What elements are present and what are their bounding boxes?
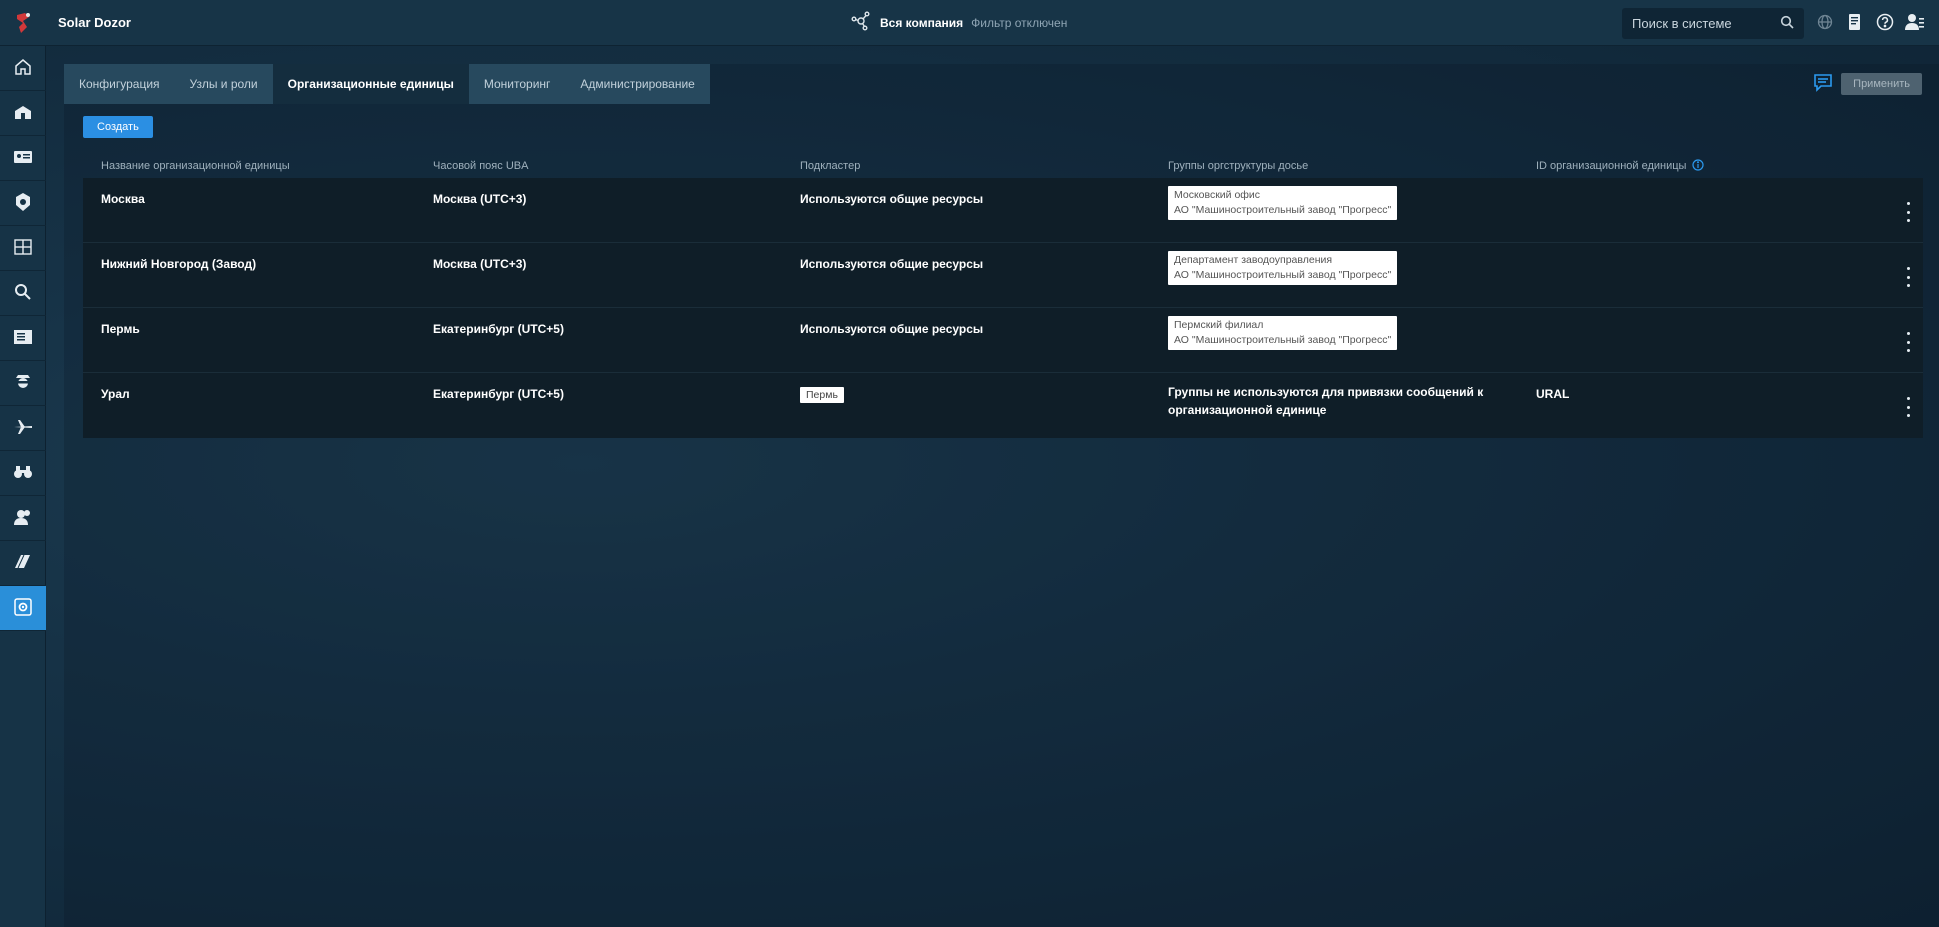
books-icon — [13, 553, 33, 574]
app-title: Solar Dozor — [58, 15, 131, 30]
search-icon — [14, 283, 32, 304]
subcluster-chip: Пермь — [800, 387, 844, 403]
table-row[interactable]: Нижний Новгород (Завод) Москва (UTC+3) И… — [83, 243, 1923, 308]
badge-icon — [14, 192, 32, 215]
table-row[interactable]: Москва Москва (UTC+3) Используются общие… — [83, 178, 1923, 243]
cell-name: Нижний Новгород (Завод) — [101, 257, 257, 271]
sidebar-item-reports[interactable] — [0, 316, 46, 361]
create-button[interactable]: Создать — [83, 116, 153, 138]
group-parent: АО "Машиностроительный завод "Прогресс" — [1174, 334, 1392, 346]
home-icon — [14, 58, 32, 79]
tab-nodes-roles[interactable]: Узлы и роли — [175, 64, 273, 104]
users-icon — [13, 508, 33, 529]
cell-subcluster: Используются общие ресурсы — [800, 322, 984, 336]
sidebar-item-search[interactable] — [0, 271, 46, 316]
tab-administration[interactable]: Администрирование — [565, 64, 709, 104]
agent-icon — [13, 372, 33, 395]
group-tag: Департамент заводоуправления АО "Машинос… — [1168, 251, 1398, 285]
cell-timezone: Москва (UTC+3) — [433, 257, 527, 271]
table-row[interactable]: Урал Екатеринбург (UTC+5) Пермь Группы н… — [83, 373, 1923, 438]
main-panel: Конфигурация Узлы и роли Организационные… — [64, 64, 1939, 927]
sidebar — [0, 46, 46, 927]
sidebar-item-transport[interactable] — [0, 406, 46, 451]
header-id[interactable]: ID организационной единицы — [1536, 158, 1923, 174]
header-name[interactable]: Название организационной единицы — [83, 160, 433, 172]
calendar-icon — [14, 238, 32, 258]
search-input[interactable]: Поиск в системе — [1622, 8, 1804, 39]
sidebar-item-settings[interactable] — [0, 586, 46, 631]
group-tag: Пермский филиал АО "Машиностроительный з… — [1168, 316, 1398, 350]
group-parent: АО "Машиностроительный завод "Прогресс" — [1174, 204, 1392, 216]
table-row[interactable]: Пермь Екатеринбург (UTC+5) Используются … — [83, 308, 1923, 373]
cell-name: Пермь — [101, 322, 140, 336]
cell-timezone: Екатеринбург (UTC+5) — [433, 387, 564, 401]
top-bar: Solar Dozor Вся компания Фильтр отключен… — [0, 0, 1939, 46]
gear-icon — [13, 597, 33, 620]
row-menu-icon[interactable] — [1905, 267, 1911, 287]
company-label[interactable]: Вся компания — [880, 16, 963, 30]
row-menu-icon[interactable] — [1905, 332, 1911, 352]
sidebar-item-home[interactable] — [0, 46, 46, 91]
company-filter[interactable]: Вся компания Фильтр отключен — [850, 10, 1067, 35]
sidebar-item-personas[interactable] — [0, 496, 46, 541]
groups-note-line2: организационной единице — [1168, 403, 1327, 417]
building-icon — [13, 103, 33, 124]
group-name: Департамент заводоуправления — [1174, 254, 1333, 266]
info-icon[interactable] — [1692, 158, 1705, 174]
table-body: Москва Москва (UTC+3) Используются общие… — [83, 178, 1923, 438]
cell-timezone: Екатеринбург (UTC+5) — [433, 322, 564, 336]
group-name: Московский офис — [1174, 189, 1261, 201]
tab-configuration[interactable]: Конфигурация — [64, 64, 175, 104]
comment-icon[interactable] — [1813, 72, 1833, 95]
sidebar-item-investigation[interactable] — [0, 451, 46, 496]
header-id-label: ID организационной единицы — [1536, 160, 1687, 172]
apply-button[interactable]: Применить — [1841, 72, 1922, 95]
tab-bar: Конфигурация Узлы и роли Организационные… — [64, 64, 710, 104]
filter-state: Фильтр отключен — [971, 15, 1068, 30]
tab-monitoring[interactable]: Мониторинг — [469, 64, 566, 104]
cell-subcluster: Пермь — [800, 387, 1168, 403]
search-placeholder: Поиск в системе — [1632, 16, 1732, 31]
table-header: Название организационной единицы Часовой… — [83, 154, 1923, 178]
user-icon[interactable] — [1905, 12, 1925, 32]
cell-groups: Департамент заводоуправления АО "Машинос… — [1168, 251, 1536, 285]
sidebar-item-dictionaries[interactable] — [0, 541, 46, 586]
tab-org-units[interactable]: Организационные единицы — [272, 64, 469, 104]
sidebar-item-dossier[interactable] — [0, 136, 46, 181]
sidebar-item-organization[interactable] — [0, 91, 46, 136]
header-timezone[interactable]: Часовой пояс UBA — [433, 160, 800, 172]
org-structure-icon — [850, 10, 872, 35]
sidebar-item-policies[interactable] — [0, 181, 46, 226]
cell-subcluster: Используются общие ресурсы — [800, 192, 984, 206]
help-icon[interactable] — [1875, 12, 1895, 32]
sidebar-item-calendar[interactable] — [0, 226, 46, 271]
org-units-table: Название организационной единицы Часовой… — [83, 154, 1923, 438]
group-parent: АО "Машиностроительный завод "Прогресс" — [1174, 269, 1392, 281]
cell-groups: Московский офис АО "Машиностроительный з… — [1168, 186, 1536, 220]
id-card-icon — [13, 149, 33, 168]
header-groups[interactable]: Группы оргструктуры досье — [1168, 160, 1536, 172]
row-menu-icon[interactable] — [1905, 202, 1911, 222]
plane-icon — [13, 418, 33, 439]
cell-groups: Пермский филиал АО "Машиностроительный з… — [1168, 316, 1536, 350]
document-icon[interactable] — [1845, 12, 1865, 32]
cell-subcluster: Используются общие ресурсы — [800, 257, 984, 271]
cell-id: URAL — [1536, 387, 1570, 401]
groups-note-line1: Группы не используются для привязки сооб… — [1168, 385, 1484, 399]
row-menu-icon[interactable] — [1905, 397, 1911, 417]
globe-icon[interactable] — [1815, 12, 1835, 32]
cell-name: Москва — [101, 192, 145, 206]
binoculars-icon — [13, 464, 33, 483]
header-subcluster[interactable]: Подкластер — [800, 160, 1168, 172]
list-icon — [13, 329, 33, 348]
sidebar-item-agents[interactable] — [0, 361, 46, 406]
group-tag: Московский офис АО "Машиностроительный з… — [1168, 186, 1398, 220]
cell-name: Урал — [101, 387, 130, 401]
app-logo[interactable] — [0, 0, 46, 46]
group-name: Пермский филиал — [1174, 319, 1264, 331]
search-icon[interactable] — [1780, 15, 1794, 32]
cell-timezone: Москва (UTC+3) — [433, 192, 527, 206]
cell-groups: Группы не используются для привязки сооб… — [1168, 385, 1536, 419]
